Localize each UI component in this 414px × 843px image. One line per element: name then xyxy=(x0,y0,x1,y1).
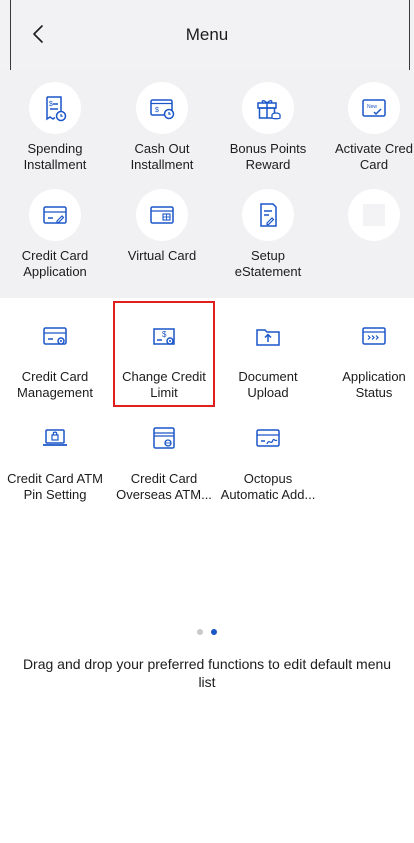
svg-text:New: New xyxy=(367,104,377,110)
document-pen-icon xyxy=(260,203,277,227)
tile-icon-wrap xyxy=(138,412,190,464)
card-sign-icon xyxy=(256,429,280,447)
tile-icon-wrap: $ xyxy=(138,310,190,362)
page-dot-2[interactable] xyxy=(211,629,217,635)
tile-label: Spending Installment xyxy=(23,141,87,172)
folder-upload-icon xyxy=(256,329,280,346)
tile-icon-wrap xyxy=(242,310,294,362)
svg-text:$: $ xyxy=(155,107,159,114)
card-new-icon: New xyxy=(362,99,386,117)
header: Menu xyxy=(0,0,414,70)
tile-octopus-automatic-add[interactable]: Octopus Automatic Add... xyxy=(216,412,320,503)
tile-application-status[interactable]: Application Status xyxy=(322,310,414,401)
cash-clock-icon: $ xyxy=(150,99,175,120)
tile-document-upload[interactable]: Document Upload xyxy=(216,310,320,401)
tile-icon-wrap xyxy=(348,189,400,241)
page-title: Menu xyxy=(185,25,229,44)
tile-label: Credit Card Overseas ATM... xyxy=(116,471,212,502)
tile-credit-card-management[interactable]: Credit Card Management xyxy=(3,310,107,401)
tile-label: Document Upload xyxy=(238,369,298,400)
tile-icon-wrap xyxy=(242,189,294,241)
page-dot-1[interactable] xyxy=(197,629,203,635)
tile-cash-out-installment[interactable]: $ Cash Out Installment xyxy=(110,82,214,173)
tile-label: Setup eStatement xyxy=(234,248,302,279)
tile-label: Octopus Automatic Add... xyxy=(220,471,316,502)
empty-slot-icon xyxy=(363,204,385,226)
card-gear-icon xyxy=(43,327,67,345)
svg-text:$: $ xyxy=(162,330,167,339)
tile-label: Cash Out Installment xyxy=(130,141,194,172)
tile-icon-wrap: New xyxy=(348,82,400,134)
limit-gear-icon: $ xyxy=(153,328,175,345)
tile-icon-wrap xyxy=(242,82,294,134)
tile-empty-slot xyxy=(322,189,414,248)
tile-label: Credit Card Application xyxy=(21,248,89,279)
tile-virtual-card[interactable]: Virtual Card xyxy=(110,189,214,264)
tile-spending-installment[interactable]: $ Spending Installment xyxy=(3,82,107,173)
tile-atm-pin-setting[interactable]: Credit Card ATM Pin Setting xyxy=(3,412,107,503)
tile-label: Application Status xyxy=(342,369,406,400)
tile-label: Activate Cred Card xyxy=(334,141,414,172)
drag-hint-text: Drag and drop your preferred functions t… xyxy=(22,656,392,690)
tile-setup-estatement[interactable]: Setup eStatement xyxy=(216,189,320,280)
tile-activate-credit-card[interactable]: New Activate Cred Card xyxy=(322,82,414,173)
tile-label: Change Credit Limit xyxy=(122,369,206,400)
virtual-card-icon xyxy=(150,206,174,224)
tile-icon-wrap: $ xyxy=(136,82,188,134)
tile-label: Credit Card Management xyxy=(17,369,93,400)
tile-credit-card-application[interactable]: Credit Card Application xyxy=(3,189,107,280)
tile-icon-wrap xyxy=(348,310,400,362)
tile-icon-wrap xyxy=(29,412,81,464)
page-indicator[interactable] xyxy=(0,622,414,640)
card-globe-icon xyxy=(153,427,175,449)
tile-icon-wrap xyxy=(29,310,81,362)
tile-icon-wrap: $ xyxy=(29,82,81,134)
tile-icon-wrap xyxy=(136,189,188,241)
tile-icon-wrap xyxy=(29,189,81,241)
tile-bonus-points-reward[interactable]: Bonus Points Reward xyxy=(216,82,320,173)
tile-label: Credit Card ATM Pin Setting xyxy=(7,471,103,502)
card-pen-icon xyxy=(43,206,67,224)
tile-icon-wrap xyxy=(242,412,294,464)
tile-label: Virtual Card xyxy=(127,248,197,263)
svg-text:$: $ xyxy=(49,101,53,108)
tile-change-credit-limit[interactable]: $ Change Credit Limit xyxy=(112,310,216,401)
tile-label: Bonus Points Reward xyxy=(229,141,307,172)
tile-overseas-atm[interactable]: Credit Card Overseas ATM... xyxy=(112,412,216,503)
gift-icon xyxy=(257,100,281,120)
laptop-lock-icon xyxy=(43,429,67,446)
receipt-clock-icon: $ xyxy=(46,96,67,122)
card-progress-icon xyxy=(362,327,386,345)
